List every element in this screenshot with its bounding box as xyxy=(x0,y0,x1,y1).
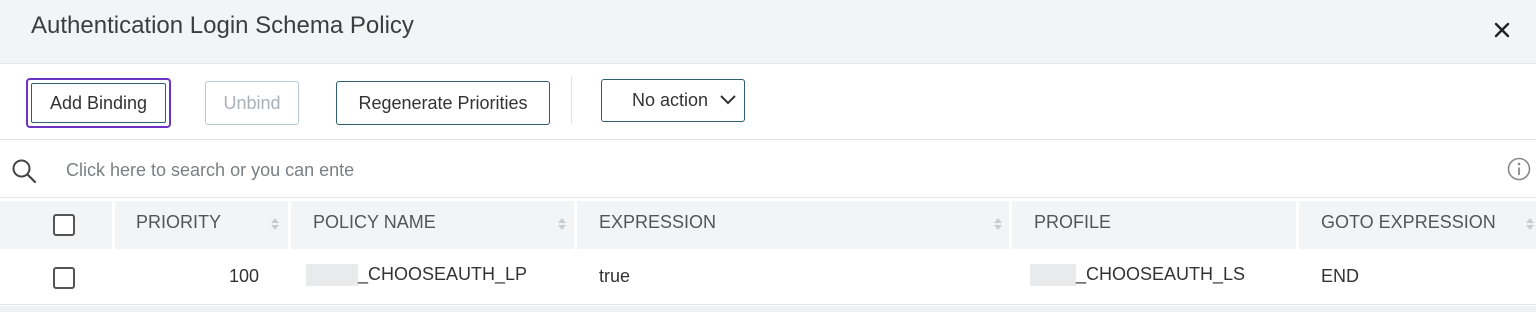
column-label: PRIORITY xyxy=(136,212,222,232)
add-binding-label: Add Binding xyxy=(31,83,166,123)
column-header-profile[interactable]: PROFILE xyxy=(1012,201,1296,249)
action-select-value: No action xyxy=(632,90,709,110)
column-header-policy-name[interactable]: POLICY NAME xyxy=(291,201,574,249)
sort-icon xyxy=(271,218,279,230)
redacted-block xyxy=(1030,264,1076,287)
action-select[interactable]: No action xyxy=(601,79,745,122)
column-label: GOTO EXPRESSION xyxy=(1321,212,1496,232)
table-footer-strip xyxy=(0,306,1536,312)
cell-goto-expression: END xyxy=(1321,266,1360,286)
select-all-column xyxy=(0,201,112,249)
sort-icon xyxy=(558,218,566,230)
select-all-checkbox[interactable] xyxy=(53,214,75,236)
column-label: PROFILE xyxy=(1034,212,1112,232)
table-row[interactable]: 100 _CHOOSEAUTH_LP true _CHOOSEAUTH_LS E… xyxy=(0,250,1536,305)
cell-profile-text: _CHOOSEAUTH_LS xyxy=(1076,264,1246,284)
column-header-expression[interactable]: EXPRESSION xyxy=(577,201,1009,249)
cell-policy-name-text: _CHOOSEAUTH_LP xyxy=(358,264,528,284)
column-header-priority[interactable]: PRIORITY xyxy=(115,201,288,249)
search-bar xyxy=(0,140,1536,198)
column-label: POLICY NAME xyxy=(313,212,436,232)
toolbar-divider xyxy=(571,76,572,124)
sort-icon xyxy=(994,218,1002,230)
dialog-header: Authentication Login Schema Policy xyxy=(0,0,1536,64)
table-header: PRIORITY POLICY NAME EXPRESSION PROFILE … xyxy=(0,198,1536,250)
column-label: EXPRESSION xyxy=(599,212,717,232)
cell-policy-name: _CHOOSEAUTH_LP xyxy=(306,264,528,287)
cell-profile: _CHOOSEAUTH_LS xyxy=(1030,264,1246,287)
toolbar: Add Binding Unbind Regenerate Priorities… xyxy=(0,64,1536,140)
unbind-button[interactable]: Unbind xyxy=(205,81,299,125)
close-icon[interactable] xyxy=(1490,18,1514,42)
info-icon[interactable] xyxy=(1507,157,1531,181)
cell-expression: true xyxy=(599,266,631,286)
cell-priority: 100 xyxy=(229,266,260,286)
search-input[interactable] xyxy=(66,158,370,182)
dialog-title: Authentication Login Schema Policy xyxy=(31,12,414,39)
add-binding-button[interactable]: Add Binding xyxy=(26,78,171,128)
sort-icon xyxy=(1526,218,1534,230)
redacted-block xyxy=(306,264,358,287)
search-icon[interactable] xyxy=(11,158,37,184)
regenerate-priorities-button[interactable]: Regenerate Priorities xyxy=(336,81,550,125)
chevron-down-icon xyxy=(720,95,736,105)
row-checkbox[interactable] xyxy=(53,267,75,289)
column-header-goto-expression[interactable]: GOTO EXPRESSION xyxy=(1299,201,1536,249)
